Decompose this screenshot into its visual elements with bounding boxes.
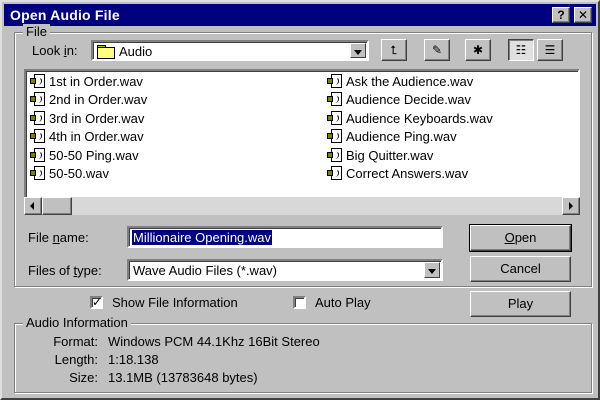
length-value: 1:18.138 [108, 352, 159, 367]
file-name-value: Millionaire Opening.wav [132, 230, 273, 245]
folder-icon [97, 45, 115, 59]
wav-file-icon [327, 110, 343, 125]
file-name-label-text: File [28, 230, 53, 245]
list-view-button[interactable]: ☷ [508, 39, 534, 61]
file-item[interactable]: Audience Keyboards.wav [327, 110, 493, 128]
file-item[interactable]: 50-50 Ping.wav [30, 147, 147, 165]
file-item[interactable]: Audience Decide.wav [327, 91, 493, 109]
files-of-type-label: Files of type: [28, 263, 102, 278]
wav-file-icon [327, 129, 343, 144]
scrollbar-thumb[interactable] [42, 197, 72, 215]
desktop-icon: ✎ [431, 43, 443, 57]
file-item[interactable]: Ask the Audience.wav [327, 73, 493, 91]
title-bar[interactable]: Open Audio File ? ✕ [4, 4, 596, 26]
audio-information-title: Audio Information [23, 315, 131, 330]
desktop-button[interactable]: ✎ [424, 39, 450, 61]
open-button-accel: O [504, 230, 515, 245]
auto-play-checkbox[interactable] [293, 296, 306, 309]
file-item[interactable]: Correct Answers.wav [327, 165, 493, 183]
file-group-title: File [23, 24, 50, 39]
file-name-input[interactable]: Millionaire Opening.wav [127, 226, 443, 248]
wav-file-icon [30, 92, 46, 107]
look-in-value-text: Audio [119, 44, 153, 59]
files-of-type-label-text-end: ype: [77, 263, 102, 278]
format-value: Windows PCM 44.1Khz 16Bit Stereo [108, 334, 320, 349]
file-item-label: Audience Keyboards.wav [346, 110, 493, 126]
size-value: 13.1MB (13783648 bytes) [108, 370, 258, 385]
file-item-label: 2nd in Order.wav [49, 92, 148, 108]
file-name-label-text-end: ame: [59, 230, 89, 245]
window-title: Open Audio File [10, 7, 120, 23]
file-item-label: 50-50.wav [49, 165, 109, 181]
look-in-value: Audio [97, 44, 152, 59]
file-item-label: 3rd in Order.wav [49, 110, 145, 126]
scroll-right-button[interactable] [562, 197, 580, 215]
file-item-label: Ask the Audience.wav [346, 74, 474, 89]
file-item[interactable]: 4th in Order.wav [30, 128, 147, 146]
files-of-type-value: Wave Audio Files (*.wav) [133, 263, 278, 278]
wav-file-icon [30, 129, 46, 144]
horizontal-scrollbar[interactable] [24, 197, 580, 215]
file-item-label: 50-50 Ping.wav [49, 147, 139, 163]
length-label: Length: [54, 352, 98, 367]
file-item-label: Big Quitter.wav [346, 147, 434, 163]
cancel-button[interactable]: Cancel [470, 256, 571, 282]
file-item-label: Audience Decide.wav [346, 92, 472, 108]
details-view-button[interactable]: ☰ [537, 39, 563, 61]
look-in-label-text-end: n: [66, 43, 78, 58]
file-list[interactable]: 1st in Order.wav 2nd in Order.wav 3rd in… [24, 69, 580, 215]
create-new-folder-button[interactable]: ✱ [465, 39, 491, 61]
wav-file-icon [30, 165, 46, 180]
chevron-down-icon [428, 269, 436, 274]
files-of-type-dropdown-button[interactable] [424, 262, 440, 278]
look-in-label: Look in: [32, 43, 78, 58]
wav-file-icon [30, 147, 46, 162]
file-name-label-accel: n [52, 230, 60, 245]
file-item[interactable]: 3rd in Order.wav [30, 110, 147, 128]
open-button-label: pen [514, 230, 537, 245]
wav-file-icon [30, 110, 46, 125]
file-item[interactable]: Audience Ping.wav [327, 128, 493, 146]
close-button[interactable]: ✕ [574, 7, 592, 23]
file-name-label: File name: [28, 230, 89, 245]
look-in-label-text: Look [32, 43, 64, 58]
file-item-label: 4th in Order.wav [49, 129, 144, 145]
file-item[interactable]: 2nd in Order.wav [30, 91, 147, 109]
look-in-dropdown-button[interactable] [350, 43, 366, 58]
details-view-icon: ☰ [544, 43, 556, 57]
show-file-info-label[interactable]: Show File Information [112, 295, 238, 310]
new-folder-icon: ✱ [472, 43, 484, 57]
file-item-label: Correct Answers.wav [346, 165, 469, 181]
scroll-left-button[interactable] [24, 197, 42, 215]
file-list-column-1: 1st in Order.wav 2nd in Order.wav 3rd in… [30, 73, 147, 183]
list-view-icon: ☷ [515, 43, 527, 57]
chevron-down-icon [354, 50, 362, 55]
open-button[interactable]: Open [469, 224, 572, 252]
help-button[interactable]: ? [552, 7, 570, 23]
file-item[interactable]: 1st in Order.wav [30, 73, 147, 91]
wav-file-icon [30, 74, 46, 88]
arrow-right-icon [569, 202, 573, 210]
file-item[interactable]: 50-50.wav [30, 165, 147, 183]
format-label: Format: [53, 334, 98, 349]
show-file-info-checkbox[interactable]: ✓ [90, 296, 103, 309]
up-folder-icon: ⮤ [390, 43, 398, 57]
up-one-level-button[interactable]: ⮤ [381, 39, 407, 61]
wav-file-icon [327, 165, 343, 180]
wav-file-icon [327, 74, 343, 88]
file-list-column-2: Ask the Audience.wav Audience Decide.wav… [327, 73, 493, 183]
files-of-type-label-text: Files of [28, 263, 74, 278]
open-audio-file-dialog: Open Audio File ? ✕ File Look in: Audio … [0, 0, 600, 400]
wav-file-icon [327, 147, 343, 162]
size-label: Size: [69, 370, 98, 385]
auto-play-label[interactable]: Auto Play [315, 295, 371, 310]
file-item[interactable]: Big Quitter.wav [327, 147, 493, 165]
file-item-label: 1st in Order.wav [49, 74, 143, 89]
files-of-type-combobox[interactable]: Wave Audio Files (*.wav) [127, 259, 443, 281]
arrow-left-icon [30, 202, 34, 210]
wav-file-icon [327, 92, 343, 107]
look-in-combobox[interactable]: Audio [91, 40, 369, 61]
play-button[interactable]: Play [470, 291, 571, 317]
file-item-label: Audience Ping.wav [346, 129, 457, 145]
